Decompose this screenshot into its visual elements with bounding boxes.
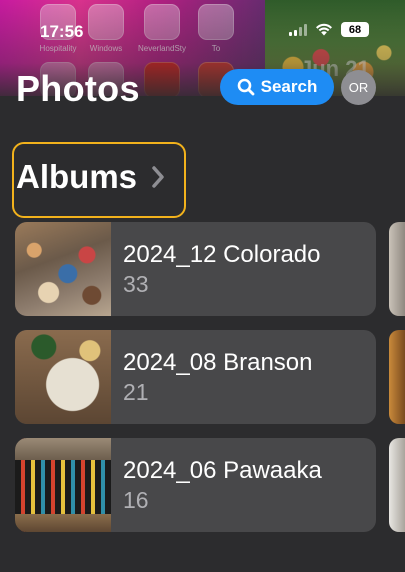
album-photo-count: 33: [123, 270, 149, 297]
app-label: NeverlandSty: [137, 44, 187, 53]
app-icon: [144, 4, 180, 40]
next-album-peek[interactable]: [389, 438, 405, 532]
youtube-icon: [144, 62, 180, 96]
status-time: 17:56: [40, 22, 84, 41]
chevron-right-icon: [152, 166, 164, 188]
album-photo-count: 21: [123, 378, 149, 405]
status-indicators: 68: [289, 22, 369, 37]
next-album-peek[interactable]: [389, 330, 405, 424]
album-thumbnail: [15, 222, 111, 316]
album-thumbnail: [15, 330, 111, 424]
battery-indicator: 68: [341, 22, 369, 37]
album-card[interactable]: 2024_12 Colorado 33: [15, 222, 376, 316]
search-button[interactable]: Search: [220, 69, 334, 105]
cellular-signal-icon: [289, 23, 307, 36]
app-label: Windows: [89, 44, 123, 53]
album-card[interactable]: 2024_06 Pawaaka 16: [15, 438, 376, 532]
wifi-icon: [316, 23, 332, 36]
album-title: 2024_12 Colorado: [123, 240, 321, 268]
search-button-label: Search: [260, 77, 318, 96]
page-title: Photos: [16, 68, 140, 109]
app-icon: [198, 4, 234, 40]
next-album-peek[interactable]: [389, 222, 405, 316]
album-thumbnail: [15, 438, 111, 532]
albums-header-link[interactable]: Albums: [16, 158, 165, 196]
search-icon: [237, 78, 255, 96]
account-avatar[interactable]: OR: [341, 70, 376, 105]
app-icon: [88, 4, 124, 40]
album-photo-count: 16: [123, 486, 149, 513]
album-card[interactable]: 2024_08 Branson 21: [15, 330, 376, 424]
album-title: 2024_08 Branson: [123, 348, 313, 376]
albums-section-title: Albums: [16, 158, 138, 195]
app-label: To: [211, 44, 221, 53]
album-title: 2024_06 Pawaaka: [123, 456, 322, 484]
